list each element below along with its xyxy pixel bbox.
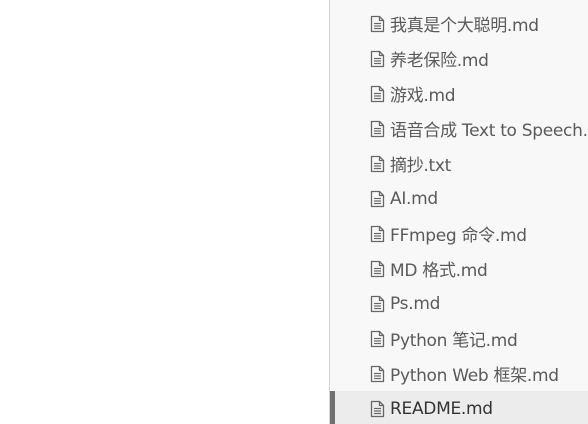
document-icon [370,365,385,383]
file-name: Python Web 框架.md [390,366,559,386]
file-name: 语音合成 Text to Speech.md [390,121,588,141]
file-list-item[interactable]: 游戏.md [330,76,588,111]
document-icon [370,225,385,243]
file-sidebar: 我真是个大聪明.md 养老保险.md 游戏.md 语音合成 Text to Sp… [329,0,588,424]
file-list-item[interactable]: FFmpeg 命令.md [330,216,588,251]
file-name: MD 格式.md [390,261,488,281]
file-list-item-active[interactable]: README.md [330,391,588,424]
file-list: 我真是个大聪明.md 养老保险.md 游戏.md 语音合成 Text to Sp… [330,6,588,424]
file-list-item[interactable]: 摘抄.txt [330,146,588,181]
file-name: Python 笔记.md [390,331,518,351]
document-icon [370,120,385,138]
document-icon [370,330,385,348]
file-list-item[interactable]: MD 格式.md [330,251,588,286]
document-icon [370,295,385,313]
document-icon [370,260,385,278]
document-icon [370,155,385,173]
file-name: 我真是个大聪明.md [390,16,539,36]
file-name: Ps.md [390,293,441,314]
app-window: 我真是个大聪明.md 养老保险.md 游戏.md 语音合成 Text to Sp… [0,0,588,424]
file-list-item[interactable]: AI.md [330,181,588,216]
file-list-item[interactable]: 语音合成 Text to Speech.md [330,111,588,146]
document-icon [370,15,385,33]
document-icon [370,85,385,103]
editor-area[interactable] [0,0,329,424]
file-name: 游戏.md [390,86,456,106]
file-list-item[interactable]: Ps.md [330,286,588,321]
file-name: FFmpeg 命令.md [390,226,527,246]
file-name: 养老保险.md [390,51,489,71]
file-name: AI.md [390,188,438,209]
file-list-item[interactable]: 我真是个大聪明.md [330,6,588,41]
document-icon [370,190,385,208]
document-icon [370,50,385,68]
file-list-item[interactable]: Python Web 框架.md [330,356,588,391]
file-name: 摘抄.txt [390,156,451,176]
document-icon [370,400,385,418]
file-list-item[interactable]: Python 笔记.md [330,321,588,356]
file-name: README.md [390,398,493,419]
file-list-item[interactable]: 养老保险.md [330,41,588,76]
